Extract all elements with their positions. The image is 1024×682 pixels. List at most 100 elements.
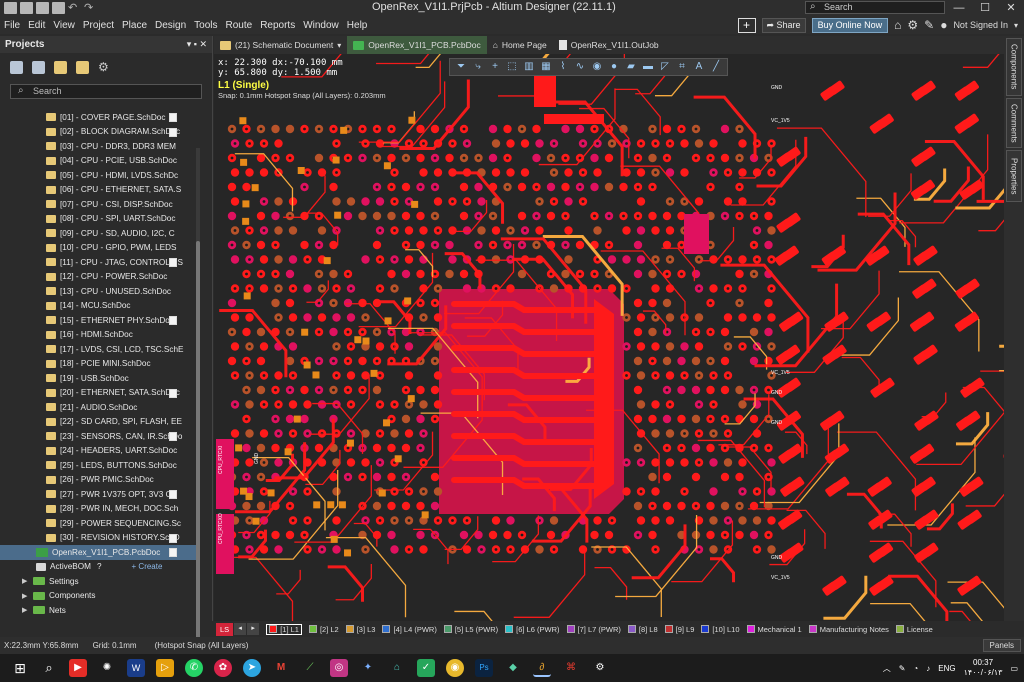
buy-online-button[interactable]: Buy Online Now: [811, 17, 889, 33]
fill-icon[interactable]: ▬: [641, 61, 655, 73]
notification-icon[interactable]: ▭: [1010, 664, 1018, 673]
diff-pair-icon[interactable]: ∿: [573, 61, 587, 73]
youtube-icon[interactable]: ▶: [69, 659, 87, 677]
menu-help[interactable]: Help: [343, 20, 372, 31]
layer-tab[interactable]: [5] L5 (PWR): [443, 625, 498, 634]
altium-icon[interactable]: ∂: [533, 659, 551, 677]
stylus-icon[interactable]: ✎: [899, 664, 906, 673]
panels-button[interactable]: Panels: [982, 639, 1021, 652]
tree-item-schematic[interactable]: [12] - CPU - POWER.SchDoc: [0, 270, 200, 285]
arc-icon[interactable]: ◸: [658, 61, 672, 73]
line-icon[interactable]: ╱: [709, 61, 723, 73]
tree-item-schematic[interactable]: [13] - CPU - UNUSED.SchDoc: [0, 284, 200, 299]
tree-item-schematic[interactable]: [15] - ETHERNET PHY.SchDoc: [0, 313, 200, 328]
close-button[interactable]: ✕: [998, 0, 1024, 16]
tree-item-schematic[interactable]: [11] - CPU - JTAG, CONTROLS.S: [0, 255, 200, 270]
settings-icon[interactable]: ⚙: [591, 659, 609, 677]
chevron-right-icon[interactable]: ▶: [22, 577, 30, 585]
chevron-right-icon[interactable]: ▶: [22, 606, 30, 614]
create-link[interactable]: + Create: [132, 562, 163, 571]
tree-item-schematic[interactable]: [19] - USB.SchDoc: [0, 371, 200, 386]
polygon-icon[interactable]: ▰: [624, 61, 638, 73]
tree-item-schematic[interactable]: [03] - CPU - DDR3, DDR3 MEM: [0, 139, 200, 154]
menu-design[interactable]: Design: [151, 20, 190, 31]
chevron-down-icon[interactable]: ▾: [337, 41, 341, 50]
user-icon[interactable]: ●: [940, 18, 947, 32]
gear-icon[interactable]: ⚙: [907, 18, 918, 32]
tree-folder[interactable]: ▶ Components: [0, 589, 200, 604]
menu-route[interactable]: Route: [222, 20, 257, 31]
component-icon[interactable]: ▦: [539, 61, 553, 73]
tree-folder[interactable]: ▶ Nets: [0, 603, 200, 617]
menu-file[interactable]: File: [0, 20, 24, 31]
side-tab-components[interactable]: Components: [1006, 38, 1022, 96]
tree-item-schematic[interactable]: [29] - POWER SEQUENCING.Sc: [0, 516, 200, 531]
layer-tab[interactable]: [9] L9: [664, 625, 694, 634]
tree-item-schematic[interactable]: [16] - HDMI.SchDoc: [0, 328, 200, 343]
chevron-up-icon[interactable]: ︿: [883, 663, 891, 674]
chart-app-icon[interactable]: ⟋: [301, 659, 319, 677]
notifications-off-icon[interactable]: ✎: [924, 18, 934, 32]
tree-item-schematic[interactable]: [10] - CPU - GPIO, PWM, LEDS: [0, 241, 200, 256]
home-icon[interactable]: ⌂: [894, 18, 901, 32]
tree-item-schematic[interactable]: [01] - COVER PAGE.SchDoc: [0, 110, 200, 125]
layer-tab[interactable]: Mechanical 1: [746, 625, 802, 634]
open-icon[interactable]: [36, 2, 49, 14]
chatgpt-icon[interactable]: ✺: [98, 659, 116, 677]
dimension-icon[interactable]: ⌗: [675, 61, 689, 73]
menu-edit[interactable]: Edit: [24, 20, 49, 31]
undo-icon[interactable]: ↶: [68, 2, 81, 14]
tree-item-schematic[interactable]: [22] - SD CARD, SPI, FLASH, EE: [0, 415, 200, 430]
layer-tab[interactable]: [2] L2: [308, 625, 339, 634]
layer-tab[interactable]: [4] L4 (PWR): [382, 625, 437, 634]
tree-item-schematic[interactable]: [26] - PWR PMIC.SchDoc: [0, 473, 200, 488]
route-icon[interactable]: ⌇: [556, 61, 570, 73]
tree-item-schematic[interactable]: [06] - CPU - ETHERNET, SATA.S: [0, 183, 200, 198]
align-icon[interactable]: ▥: [522, 61, 536, 73]
via-icon[interactable]: ◉: [590, 61, 604, 73]
volume-icon[interactable]: ♪: [926, 664, 930, 673]
layer-tab[interactable]: [3] L3: [345, 625, 375, 634]
chevron-right-icon[interactable]: ▶: [22, 592, 30, 600]
side-tab-comments[interactable]: Comments: [1006, 98, 1022, 148]
tree-item-schematic[interactable]: [18] - PCIE MINI.SchDoc: [0, 357, 200, 372]
tree-item-pcb-doc[interactable]: OpenRex_V1I1_PCB.PcbDoc: [0, 545, 200, 560]
sign-in-status[interactable]: Not Signed In: [953, 20, 1008, 30]
tree-scroll-thumb[interactable]: [196, 241, 200, 646]
layer-tab[interactable]: Manufacturing Notes: [808, 625, 889, 634]
shield-check-icon[interactable]: ✓: [417, 659, 435, 677]
global-search-input[interactable]: Search: [805, 1, 945, 14]
panel-controls[interactable]: ▾ ▪ ✕: [187, 39, 207, 50]
menu-tools[interactable]: Tools: [190, 20, 221, 31]
menu-reports[interactable]: Reports: [256, 20, 299, 31]
interactive-routing-icon[interactable]: ⤷: [471, 61, 485, 73]
tree-item-schematic[interactable]: [21] - AUDIO.SchDoc: [0, 400, 200, 415]
gear-icon[interactable]: ⚙: [98, 60, 111, 74]
chevron-down-icon[interactable]: ▾: [1014, 21, 1018, 30]
app-w-icon[interactable]: W: [127, 659, 145, 677]
gmail-icon[interactable]: M: [272, 659, 290, 677]
maximize-button[interactable]: ☐: [972, 0, 998, 16]
add-button[interactable]: +: [737, 17, 756, 33]
layer-tab[interactable]: [8] L8: [627, 625, 658, 634]
layer-tab[interactable]: [7] L7 (PWR): [566, 625, 621, 634]
menu-window[interactable]: Window: [299, 20, 343, 31]
tree-item-schematic[interactable]: [25] - LEDS, BUTTONS.SchDoc: [0, 458, 200, 473]
select-rect-icon[interactable]: ⬚: [505, 61, 519, 73]
tree-item-schematic[interactable]: [27] - PWR 1V375 OPT, 3V3 OF: [0, 487, 200, 502]
pad-icon[interactable]: ●: [607, 61, 621, 73]
app-ai-icon[interactable]: ⌂: [388, 659, 406, 677]
wifi-icon[interactable]: ◔: [913, 664, 918, 673]
open-folder-icon[interactable]: [54, 60, 67, 74]
tree-item-schematic[interactable]: [09] - CPU - SD, AUDIO, I2C, C: [0, 226, 200, 241]
open-project-icon[interactable]: [52, 2, 65, 14]
windows-start-icon[interactable]: ⊞: [11, 659, 29, 677]
minimize-button[interactable]: —: [946, 0, 972, 16]
acrobat-icon[interactable]: ⌘: [562, 659, 580, 677]
panel-search-input[interactable]: Search: [10, 84, 202, 99]
tree-item-active-bom[interactable]: ActiveBOM? + Create: [0, 560, 200, 575]
tree-item-schematic[interactable]: [17] - LVDS, CSI, LCD, TSC.SchE: [0, 342, 200, 357]
telegram-icon[interactable]: ➤: [243, 659, 261, 677]
layer-tab[interactable]: [1] L1: [266, 623, 302, 635]
tree-item-schematic[interactable]: [08] - CPU - SPI, UART.SchDoc: [0, 212, 200, 227]
